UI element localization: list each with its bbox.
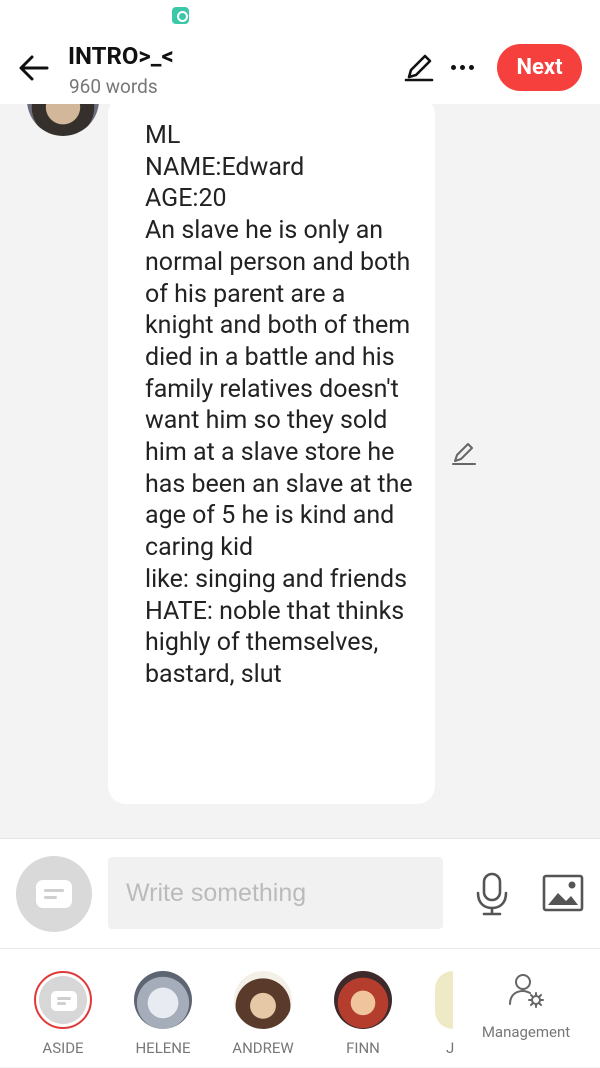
chat-area: ML NAME:Edward AGE:20 An slave he is onl… <box>0 104 600 838</box>
chat-bubble-icon <box>51 991 77 1011</box>
story-title: INTRO>_< <box>68 42 174 70</box>
character-label: FINN <box>346 1039 380 1057</box>
character-helene[interactable]: HELENE <box>118 949 208 1068</box>
edit-message-icon[interactable] <box>450 439 478 467</box>
user-settings-icon <box>509 974 544 1008</box>
message-text: ML NAME:Edward AGE:20 An slave he is onl… <box>145 121 413 689</box>
character-label: ANDREW <box>232 1039 294 1057</box>
character-bar: ASIDE HELENE ANDREW FINN J Management <box>0 948 600 1067</box>
app-notification-icon <box>172 7 189 24</box>
avatar <box>134 971 192 1029</box>
aside-toggle-button[interactable] <box>16 856 92 932</box>
management-button[interactable]: Management <box>478 949 574 1068</box>
character-label: HELENE <box>135 1039 191 1057</box>
avatar <box>334 971 392 1029</box>
chat-bubble-icon <box>36 880 72 908</box>
status-bar <box>0 0 600 30</box>
avatar <box>234 971 292 1029</box>
character-finn[interactable]: FINN <box>318 949 408 1068</box>
partial-character-label: J <box>446 1039 455 1057</box>
image-upload-icon[interactable] <box>541 873 585 913</box>
aside-avatar <box>34 971 92 1029</box>
composer-bar: Write something <box>0 838 600 948</box>
character-aside[interactable]: ASIDE <box>18 949 108 1068</box>
partial-character-avatar[interactable] <box>435 971 453 1029</box>
more-options-icon[interactable] <box>446 52 480 82</box>
top-bar: INTRO>_< 960 words Next <box>0 30 600 104</box>
edit-pencil-icon[interactable] <box>402 50 436 84</box>
next-button[interactable]: Next <box>497 44 582 91</box>
back-arrow-icon[interactable] <box>14 48 54 88</box>
character-avatar[interactable] <box>27 104 99 136</box>
word-count: 960 words <box>69 75 158 98</box>
management-label: Management <box>481 1023 571 1041</box>
microphone-icon[interactable] <box>472 871 512 917</box>
character-label: ASIDE <box>42 1039 84 1057</box>
character-andrew[interactable]: ANDREW <box>218 949 308 1068</box>
message-input[interactable]: Write something <box>108 857 443 929</box>
